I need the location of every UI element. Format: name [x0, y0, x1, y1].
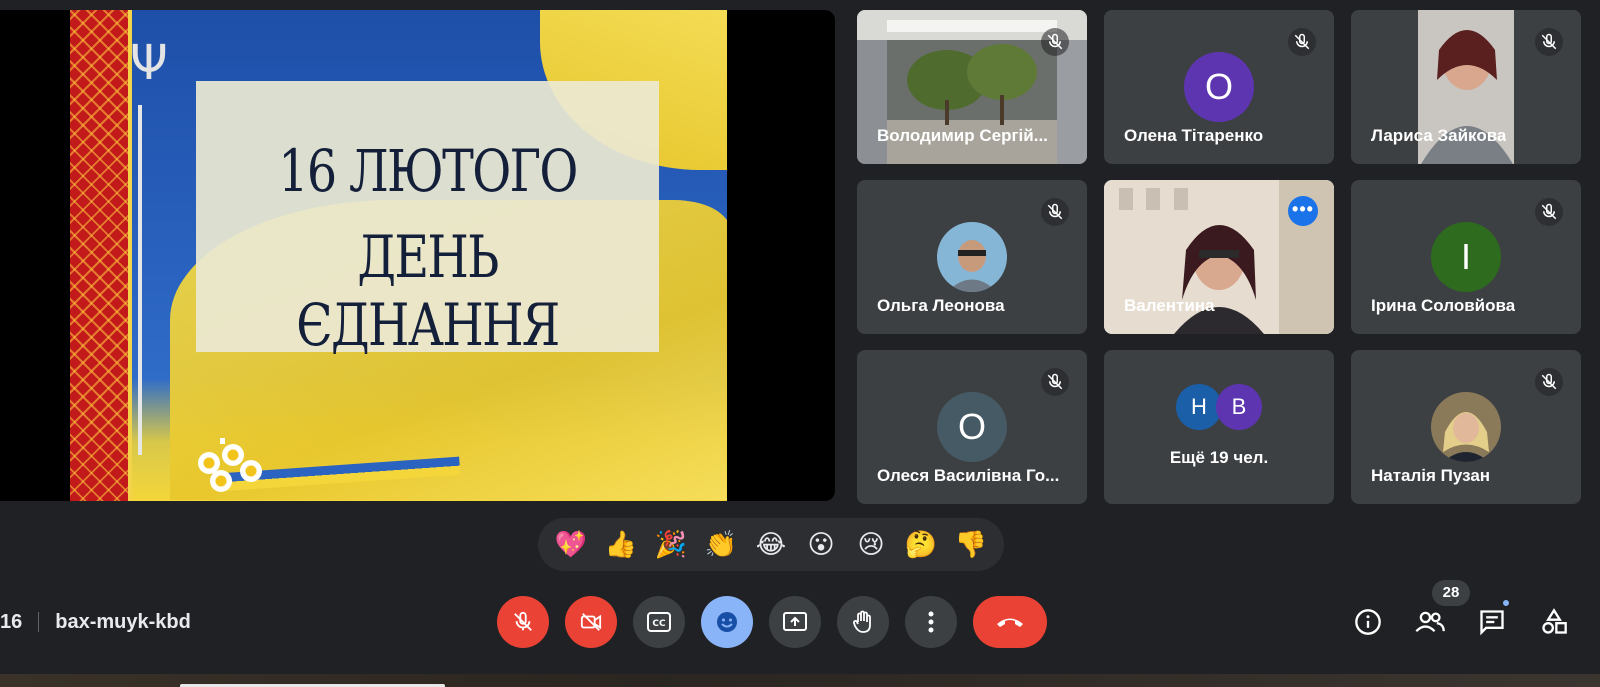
raise-hand-button[interactable]	[837, 596, 889, 648]
mic-off-icon	[1535, 198, 1563, 226]
participant-tile[interactable]: І Ірина Соловйова	[1351, 180, 1581, 334]
participant-name: Володимир Сергій...	[877, 126, 1048, 145]
flowers-decoration	[140, 440, 470, 501]
emoji-button[interactable]	[701, 596, 753, 648]
svg-text:CC: CC	[652, 619, 666, 629]
mic-off-icon	[1041, 198, 1069, 226]
leave-call-button[interactable]	[973, 596, 1047, 648]
activities-button[interactable]	[1536, 604, 1572, 640]
presentation-stage[interactable]: Ψ 16 ЛЮТОГО ДЕНЬ ЄДНАННЯ	[0, 10, 835, 501]
meeting-info: 16 bax-muyk-kbd	[0, 610, 191, 634]
meeting-details-button[interactable]	[1350, 604, 1386, 640]
divider	[38, 612, 40, 632]
participant-tile[interactable]: О Олеся Василівна Го...	[857, 350, 1087, 504]
participant-name: Валентина	[1124, 296, 1215, 315]
participant-tile-active[interactable]: ••• Валентина	[1104, 180, 1334, 334]
slide-title-line1: 16 ЛЮТОГО	[278, 137, 578, 205]
people-button[interactable]	[1412, 604, 1448, 640]
flag-pole	[138, 105, 142, 455]
reaction-thinking[interactable]: 🤔	[899, 530, 943, 560]
participant-tile[interactable]: Наталія Пузан	[1351, 350, 1581, 504]
others-count-label: Ещё 19 чел.	[1169, 448, 1269, 467]
emoji-icon	[717, 612, 737, 632]
present-icon	[783, 612, 807, 631]
reaction-thumbs-up[interactable]: 👍	[599, 530, 643, 560]
reaction-surprised[interactable]: 😮	[799, 530, 843, 560]
avatar-initial: І	[1431, 222, 1501, 292]
reactions-bar: 💖 👍 🎉 👏 😂 😮 😢 🤔 👎	[538, 518, 1004, 571]
chat-unread-dot	[1501, 598, 1511, 608]
avatar-initial: В	[1216, 384, 1262, 430]
people-count-badge: 28	[1432, 580, 1470, 606]
reaction-sparkling-heart[interactable]: 💖	[549, 530, 593, 560]
reaction-laughing[interactable]: 😂	[749, 530, 793, 560]
participant-tile[interactable]: О Олена Тітаренко	[1104, 10, 1334, 164]
mic-off-icon	[1288, 28, 1316, 56]
people-icon	[1415, 611, 1445, 632]
more-vert-icon	[928, 611, 934, 633]
hand-icon	[853, 610, 871, 633]
participant-name: Наталія Пузан	[1371, 466, 1491, 485]
chat-button[interactable]	[1474, 604, 1510, 640]
mic-off-icon	[1535, 368, 1563, 396]
slide-title-line2: ДЕНЬ ЄДНАННЯ	[296, 223, 560, 359]
chat-icon	[1480, 610, 1504, 636]
mouse-cursor	[220, 438, 225, 444]
participant-tile[interactable]: Лариса Зайкова	[1351, 10, 1581, 164]
avatar-photo	[1431, 392, 1501, 462]
participant-tile[interactable]: Ольга Леонова	[857, 180, 1087, 334]
slide-title-box: 16 ЛЮТОГО ДЕНЬ ЄДНАННЯ	[196, 81, 659, 359]
trident-emblem: Ψ	[130, 35, 168, 91]
top-strip	[0, 0, 1600, 10]
embroidery-ornament	[70, 10, 130, 501]
participant-name: Ірина Соловйова	[1371, 296, 1516, 315]
shared-slide: Ψ 16 ЛЮТОГО ДЕНЬ ЄДНАННЯ	[70, 10, 727, 501]
reaction-thumbs-down[interactable]: 👎	[949, 530, 993, 560]
mic-off-icon	[514, 611, 532, 631]
captions-icon: CC	[647, 612, 671, 632]
participant-name: Олена Тітаренко	[1124, 126, 1264, 145]
present-button[interactable]	[769, 596, 821, 648]
phone-hangup-icon	[997, 618, 1023, 627]
captions-button[interactable]: CC	[633, 596, 685, 648]
reaction-clapping[interactable]: 👏	[699, 530, 743, 560]
mic-off-icon	[1535, 28, 1563, 56]
mic-off-icon	[1041, 28, 1069, 56]
meeting-time: 16	[0, 610, 23, 633]
participant-name: Олеся Василівна Го...	[877, 466, 1060, 485]
avatar-photo	[937, 222, 1007, 292]
mic-toggle-button[interactable]	[497, 596, 549, 648]
participant-name: Лариса Зайкова	[1371, 126, 1507, 145]
info-icon	[1355, 609, 1381, 635]
participant-tile[interactable]: Володимир Сергій...	[857, 10, 1087, 164]
more-options-button[interactable]	[905, 596, 957, 648]
activities-icon	[1542, 608, 1567, 634]
camera-toggle-button[interactable]	[565, 596, 617, 648]
meeting-code: bax-muyk-kbd	[55, 610, 191, 633]
participant-name: Ольга Леонова	[877, 296, 1005, 315]
reaction-party-popper[interactable]: 🎉	[649, 530, 693, 560]
mic-off-icon	[1041, 368, 1069, 396]
avatar-initial: О	[937, 392, 1007, 462]
more-options-icon[interactable]: •••	[1288, 196, 1318, 226]
avatar-initial: О	[1184, 52, 1254, 122]
others-tile[interactable]: Н В Ещё 19 чел.	[1104, 350, 1334, 504]
reaction-crying[interactable]: 😢	[849, 530, 893, 560]
camera-off-icon	[580, 613, 602, 631]
